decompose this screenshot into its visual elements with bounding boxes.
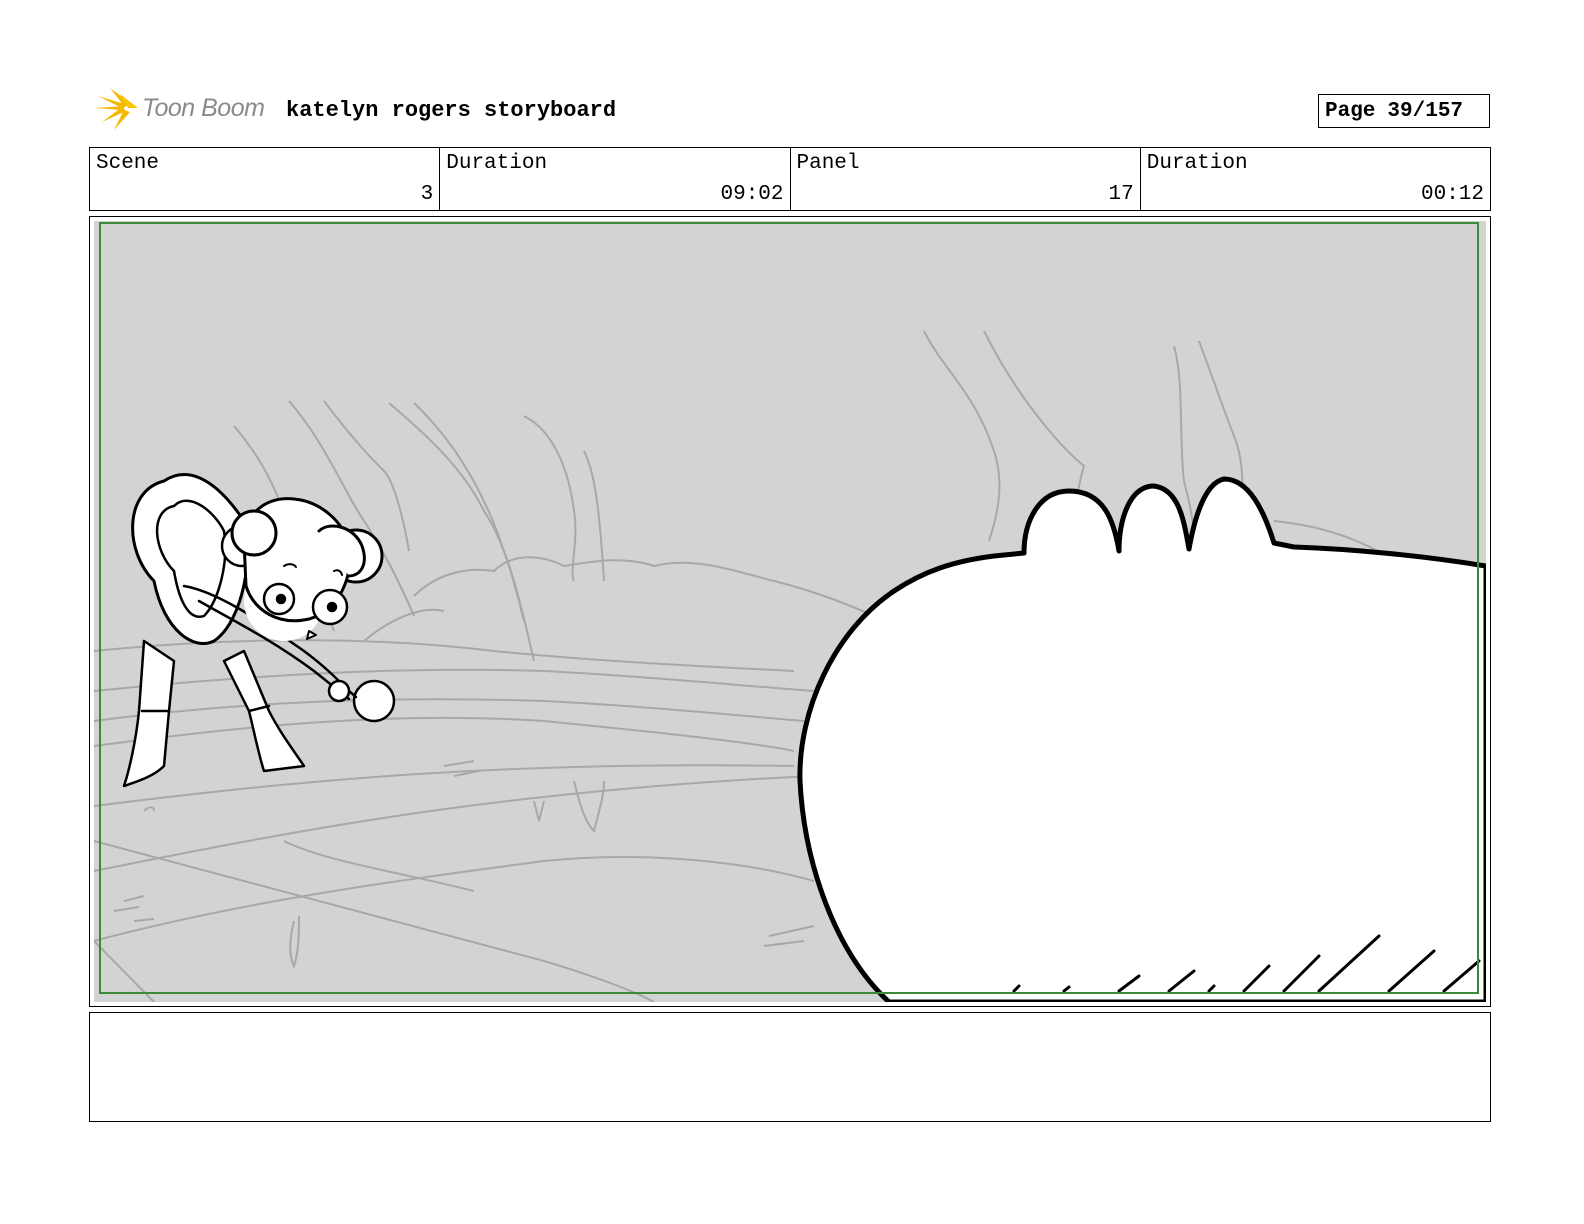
scene-info-table: Scene 3 Duration 09:02 Panel 17 Duration…: [89, 147, 1491, 211]
panel-artwork: [94, 221, 1486, 1002]
page-number: 39/157: [1387, 99, 1464, 123]
page-indicator: Page 39/157: [1318, 94, 1490, 128]
page-label: Page: [1325, 99, 1376, 123]
scene-label: Scene: [96, 152, 160, 175]
notes-box: [89, 1012, 1491, 1122]
scene-value: 3: [420, 183, 434, 206]
panel-value: 17: [1108, 183, 1134, 206]
panel-duration-value: 00:12: [1420, 183, 1484, 206]
scene-cell: Scene 3: [90, 148, 441, 210]
scene-duration-cell: Duration 09:02: [440, 148, 791, 210]
panel-cell: Panel 17: [791, 148, 1141, 210]
panel-duration-label: Duration: [1146, 152, 1248, 175]
scene-duration-label: Duration: [446, 152, 548, 175]
scene-duration-value: 09:02: [720, 183, 784, 206]
panel-label: Panel: [796, 152, 860, 175]
panel-duration-cell: Duration 00:12: [1141, 148, 1490, 210]
logo-wordmark: Toon Boom: [142, 94, 265, 122]
storyboard-title: katelyn rogers storyboard: [286, 98, 617, 123]
